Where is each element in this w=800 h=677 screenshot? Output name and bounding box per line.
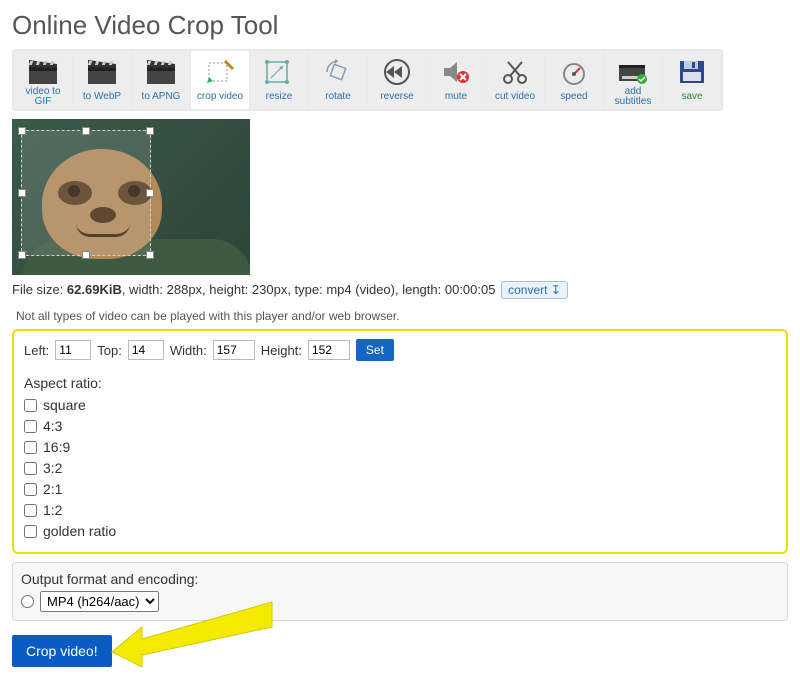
tool-label: save: [681, 88, 702, 106]
dimensions-row: Left: Top: Width: Height: Set: [24, 339, 776, 361]
left-input[interactable]: [55, 340, 91, 360]
tool-speed[interactable]: speed: [545, 51, 603, 109]
reverse-icon: [382, 55, 412, 88]
aspect-option-label: 2:1: [43, 479, 62, 500]
aspect-option-label: golden ratio: [43, 521, 116, 542]
width-label: Width:: [170, 343, 207, 358]
left-label: Left:: [24, 343, 49, 358]
aspect-option-label: 4:3: [43, 416, 62, 437]
aspect-16-9-checkbox[interactable]: [24, 441, 37, 454]
crop-selection[interactable]: [21, 130, 151, 256]
crop-handle-sw[interactable]: [18, 251, 26, 259]
crop-handle-n[interactable]: [82, 127, 90, 135]
output-format-radio[interactable]: [21, 595, 34, 608]
convert-label: convert: [508, 283, 547, 297]
tool-resize[interactable]: resize: [250, 51, 308, 109]
tool-label: cut video: [495, 88, 535, 106]
file-info: File size: 62.69KiB, width: 288px, heigh…: [12, 281, 788, 299]
aspect-3-2-checkbox[interactable]: [24, 462, 37, 475]
tool-add-subtitles[interactable]: add subtitles: [604, 51, 662, 109]
crop-handle-ne[interactable]: [146, 127, 154, 135]
tool-label: reverse: [380, 88, 413, 106]
crop-handle-se[interactable]: [146, 251, 154, 259]
crop-settings-panel: Left: Top: Width: Height: Set Aspect rat…: [12, 329, 788, 554]
aspect-1-2-checkbox[interactable]: [24, 504, 37, 517]
player-note: Not all types of video can be played wit…: [16, 309, 788, 323]
aspect-ratio-section: Aspect ratio: square 4:3 16:9 3:2 2:1 1:…: [24, 375, 776, 542]
width-input[interactable]: [213, 340, 255, 360]
tool-rotate[interactable]: rotate: [309, 51, 367, 109]
output-format-select[interactable]: MP4 (h264/aac): [40, 591, 159, 612]
aspect-option-label: 1:2: [43, 500, 62, 521]
aspect-ratio-title: Aspect ratio:: [24, 375, 776, 391]
resize-icon: [264, 55, 294, 88]
tool-to-webp[interactable]: to WebP: [73, 51, 131, 109]
tool-label: rotate: [325, 88, 351, 106]
tool-mute[interactable]: mute: [427, 51, 485, 109]
top-input[interactable]: [128, 340, 164, 360]
tool-video-to-gif[interactable]: video to GIF: [14, 51, 72, 109]
tool-crop-video[interactable]: crop video: [191, 51, 249, 109]
crop-handle-e[interactable]: [146, 189, 154, 197]
crop-icon: [205, 55, 235, 88]
aspect-option-label: square: [43, 395, 86, 416]
download-icon: ↧: [551, 283, 561, 297]
tool-label: speed: [560, 88, 587, 106]
tool-to-apng[interactable]: to APNG: [132, 51, 190, 109]
tool-label: add subtitles: [606, 88, 660, 106]
aspect-option-label: 3:2: [43, 458, 62, 479]
tool-label: to WebP: [83, 88, 121, 106]
tool-save[interactable]: save: [663, 51, 721, 109]
clapper-icon: [146, 55, 176, 88]
subtitles-icon: [618, 55, 648, 88]
clapper-icon: [28, 55, 58, 88]
aspect-square-checkbox[interactable]: [24, 399, 37, 412]
tool-label: to APNG: [142, 88, 181, 106]
output-title: Output format and encoding:: [21, 571, 198, 587]
mute-icon: [441, 55, 471, 88]
file-size: 62.69KiB: [67, 282, 122, 297]
rotate-icon: [323, 55, 353, 88]
aspect-golden-checkbox[interactable]: [24, 525, 37, 538]
tool-label: mute: [445, 88, 467, 106]
scissors-icon: [500, 55, 530, 88]
tool-label: crop video: [197, 88, 243, 106]
file-info-rest: , width: 288px, height: 230px, type: mp4…: [122, 282, 496, 297]
floppy-icon: [677, 55, 707, 88]
toolbar: video to GIF to WebP to APNG crop video …: [12, 49, 723, 111]
aspect-option-label: 16:9: [43, 437, 70, 458]
crop-handle-w[interactable]: [18, 189, 26, 197]
speed-icon: [559, 55, 589, 88]
top-label: Top:: [97, 343, 122, 358]
convert-button[interactable]: convert ↧: [501, 281, 568, 299]
set-button[interactable]: Set: [356, 339, 394, 361]
aspect-2-1-checkbox[interactable]: [24, 483, 37, 496]
crop-handle-nw[interactable]: [18, 127, 26, 135]
crop-handle-s[interactable]: [82, 251, 90, 259]
tool-reverse[interactable]: reverse: [368, 51, 426, 109]
output-panel: Output format and encoding: MP4 (h264/aa…: [12, 562, 788, 621]
page-title: Online Video Crop Tool: [12, 10, 788, 41]
video-preview[interactable]: [12, 119, 250, 275]
tool-label: video to GIF: [16, 88, 70, 106]
file-info-prefix: File size:: [12, 282, 67, 297]
clapper-icon: [87, 55, 117, 88]
tool-label: resize: [266, 88, 293, 106]
height-input[interactable]: [308, 340, 350, 360]
crop-video-button[interactable]: Crop video!: [12, 635, 112, 667]
aspect-4-3-checkbox[interactable]: [24, 420, 37, 433]
tool-cut-video[interactable]: cut video: [486, 51, 544, 109]
height-label: Height:: [261, 343, 302, 358]
